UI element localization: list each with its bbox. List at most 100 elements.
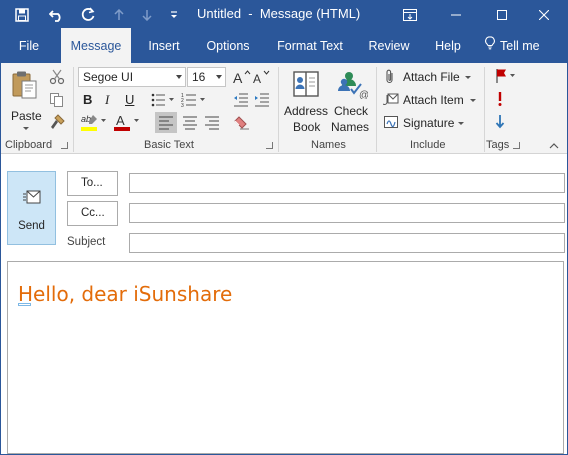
high-importance-icon[interactable]	[495, 91, 505, 110]
italic-button[interactable]: I	[105, 92, 109, 108]
tags-launcher-icon[interactable]	[513, 142, 520, 149]
low-importance-icon[interactable]	[495, 114, 505, 133]
basic-text-launcher-icon[interactable]	[266, 142, 273, 149]
check-names-icon: @	[336, 69, 369, 102]
increase-indent-icon[interactable]	[254, 93, 270, 110]
shrink-font-icon[interactable]: A	[253, 69, 271, 88]
subject-field[interactable]	[129, 233, 565, 253]
cc-button[interactable]: Cc...	[67, 201, 118, 226]
bold-button[interactable]: B	[83, 92, 92, 107]
undo-icon[interactable]	[46, 1, 68, 28]
tab-review[interactable]: Review	[361, 28, 417, 63]
highlight-icon[interactable]: ab	[81, 112, 109, 135]
collapse-ribbon-icon[interactable]	[549, 139, 559, 153]
font-name-combo[interactable]: Segoe UI	[78, 67, 186, 87]
minimize-icon[interactable]	[433, 1, 479, 28]
tab-message[interactable]: Message	[61, 28, 131, 63]
redo-icon[interactable]	[77, 1, 99, 28]
align-right-icon[interactable]	[201, 112, 223, 133]
svg-text:A: A	[233, 70, 243, 85]
grow-font-icon[interactable]: A	[233, 69, 251, 88]
paste-label: Paste	[11, 109, 42, 123]
paste-dropdown-icon[interactable]	[23, 127, 29, 130]
tell-me-box[interactable]: Tell me	[485, 28, 553, 63]
paperclip-icon	[385, 69, 395, 88]
tab-insert[interactable]: Insert	[139, 28, 189, 63]
font-size-combo[interactable]: 16	[187, 67, 226, 87]
close-icon[interactable]	[521, 1, 567, 28]
send-icon	[23, 190, 41, 207]
outlook-message-window: Untitled - Message (HTML) File Message I…	[0, 0, 568, 455]
follow-up-flag-icon[interactable]	[495, 68, 519, 87]
underline-button[interactable]: U	[125, 92, 134, 107]
group-divider	[278, 67, 279, 152]
ribbon: Paste Clipboard Segoe UI 16 A A B I U 1 …	[1, 63, 567, 154]
attach-item-button[interactable]: Attach Item	[381, 91, 478, 110]
attach-file-label: Attach File	[403, 70, 460, 84]
tab-help[interactable]: Help	[426, 28, 470, 63]
maximize-icon[interactable]	[479, 1, 525, 28]
clipboard-launcher-icon[interactable]	[61, 142, 68, 149]
compose-area: Send To... Cc... Subject Hello, dear iSu…	[1, 155, 567, 454]
cc-field[interactable]	[129, 203, 565, 223]
align-center-icon[interactable]	[179, 112, 201, 133]
check-names-label-2: Names	[331, 120, 370, 134]
font-color-icon[interactable]: A	[114, 112, 142, 135]
include-group-label: Include	[410, 139, 446, 151]
ribbon-tabs: File Message Insert Options Format Text …	[1, 28, 567, 63]
customize-icon[interactable]	[165, 1, 183, 28]
paste-icon	[10, 70, 38, 103]
address-book-button[interactable]: Address Book	[283, 67, 329, 137]
align-left-icon[interactable]	[155, 112, 177, 133]
address-book-label-1: Address	[284, 104, 329, 118]
cut-icon[interactable]	[49, 69, 65, 88]
message-body[interactable]: Hello, dear iSunshare	[7, 261, 564, 454]
down-arrow-icon[interactable]	[137, 1, 157, 28]
address-book-icon	[291, 69, 321, 102]
message-body-text: Hello, dear iSunshare	[18, 282, 233, 306]
group-divider	[73, 67, 74, 152]
check-names-label-1: Check	[334, 104, 369, 118]
svg-text:A: A	[253, 72, 261, 85]
font-name-value: Segoe UI	[83, 70, 134, 84]
to-button[interactable]: To...	[67, 171, 118, 196]
save-icon[interactable]	[11, 1, 33, 28]
to-field[interactable]	[129, 173, 565, 193]
tell-me-label: Tell me	[500, 38, 540, 53]
copy-icon[interactable]	[49, 92, 65, 111]
format-painter-icon[interactable]	[49, 114, 65, 133]
svg-text:3: 3	[181, 103, 184, 107]
group-divider	[376, 67, 377, 152]
clipboard-group-label: Clipboard	[5, 139, 53, 151]
lightbulb-icon	[485, 28, 495, 64]
subject-label: Subject	[67, 236, 106, 248]
numbering-icon[interactable]: 123	[181, 93, 207, 110]
tab-file[interactable]: File	[9, 28, 49, 63]
bullets-icon[interactable]	[151, 93, 175, 110]
signature-button[interactable]: Signature	[382, 114, 474, 132]
address-book-label-2: Book	[293, 120, 321, 134]
basic-text-group-label: Basic Text	[144, 139, 194, 151]
send-button[interactable]: Send	[7, 171, 56, 245]
up-arrow-icon[interactable]	[109, 1, 129, 28]
group-divider	[484, 67, 485, 152]
paste-button[interactable]: Paste	[7, 69, 42, 133]
tab-format-text[interactable]: Format Text	[269, 28, 351, 63]
tab-options[interactable]: Options	[197, 28, 259, 63]
svg-text:@: @	[359, 90, 368, 99]
ribbon-display-icon[interactable]	[387, 1, 433, 28]
font-size-value: 16	[192, 70, 206, 84]
attach-item-label: Attach Item	[403, 93, 464, 107]
chevron-down-icon	[470, 99, 476, 102]
decrease-indent-icon[interactable]	[233, 93, 249, 110]
chevron-down-icon	[458, 122, 464, 125]
clear-formatting-icon[interactable]	[232, 115, 250, 134]
attach-file-button[interactable]: Attach File	[382, 68, 474, 86]
signature-icon	[383, 114, 399, 133]
attach-item-icon	[381, 91, 399, 110]
check-names-button[interactable]: @ Check Names	[331, 67, 373, 137]
title-bar: Untitled - Message (HTML)	[1, 1, 567, 28]
svg-text:A: A	[116, 113, 125, 128]
names-group-label: Names	[311, 139, 346, 151]
signature-label: Signature	[403, 116, 455, 130]
